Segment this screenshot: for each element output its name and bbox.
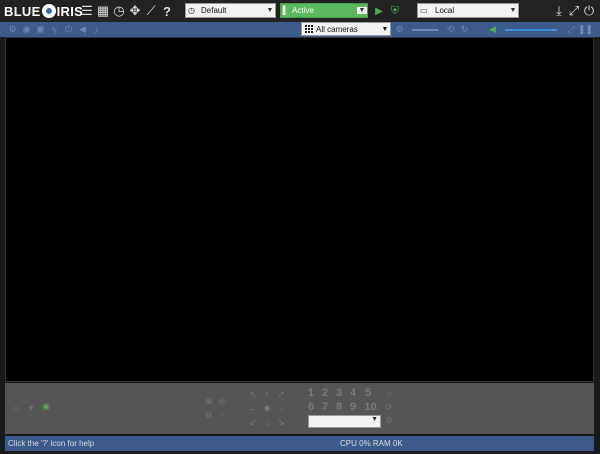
top-toolbar: BLUE IRIS ☰ ▦ ◷ ✥ ⟋ ? ◷ Default ▼ ▍ Acti… <box>0 0 600 22</box>
settings-icon[interactable]: ⚙ <box>7 24 18 35</box>
shield-icon[interactable]: ⛨ <box>387 3 403 19</box>
preset-6-button[interactable]: 6 <box>304 401 318 413</box>
preset-9-button[interactable]: 9 <box>346 401 360 413</box>
clock-icon: ◷ <box>188 6 195 15</box>
chevron-down-icon: ▼ <box>381 25 389 33</box>
home-icon[interactable]: ⌂ <box>383 387 395 399</box>
preset-1-button[interactable]: 1 <box>304 387 318 399</box>
preset-8-button[interactable]: 8 <box>332 401 346 413</box>
arrow-down-right-icon[interactable]: ↘ <box>275 416 287 428</box>
expand-icon[interactable]: ⤢ <box>566 24 577 35</box>
video-viewport[interactable] <box>5 37 594 382</box>
chevron-down-icon: ▼ <box>357 7 367 14</box>
server-value: Local <box>435 6 455 15</box>
preset-5-button[interactable]: 5 <box>361 387 375 399</box>
ir-icon[interactable]: ◉ <box>40 400 52 412</box>
profile-value: Default <box>201 6 227 15</box>
microphone-icon[interactable]: ♪ <box>91 24 102 35</box>
chevron-down-icon: ▼ <box>371 416 378 423</box>
flag-icon: ▍ <box>283 6 290 15</box>
camera-group-dropdown[interactable]: All cameras ▼ <box>301 22 391 36</box>
speaker-icon[interactable]: ◀ <box>77 24 88 35</box>
ptz-control-panel: ☼ ☀ ◉ ⊕ ◎ ⊖ ◦ ↖ ↑ ↗ ← ■ → ↙ ↓ ↘ 1 2 3 4 … <box>5 383 594 434</box>
sync-icon[interactable]: ⟲ <box>445 24 456 35</box>
timeline-icon[interactable]: ◷ <box>111 3 127 19</box>
zoom-out-icon[interactable]: ⊖ <box>203 409 215 421</box>
preset-3-button[interactable]: 3 <box>332 387 346 399</box>
chevron-down-icon: ▼ <box>266 7 274 14</box>
zoom-in-icon[interactable]: ⊕ <box>203 395 215 407</box>
arrow-up-icon[interactable]: ↑ <box>261 388 273 400</box>
record-icon[interactable]: ▣ <box>35 24 46 35</box>
play-icon[interactable]: ▶ <box>371 3 387 19</box>
blue-iris-logo: BLUE IRIS <box>4 2 83 20</box>
arrow-right-icon[interactable]: → <box>275 402 287 414</box>
ptz-icon[interactable]: ✥ <box>127 3 143 19</box>
list-icon[interactable]: ☰ <box>79 3 95 19</box>
pause-icon[interactable]: ❚❚ <box>578 24 593 35</box>
preset-4-button[interactable]: 4 <box>346 387 360 399</box>
download-icon[interactable]: ⤓ <box>551 3 567 19</box>
snapshot-icon[interactable]: ◉ <box>21 24 32 35</box>
power-icon[interactable]: ⏻ <box>581 3 597 19</box>
focus-icon[interactable]: ◦ <box>216 409 228 421</box>
preset-select[interactable]: ▼ <box>308 415 381 428</box>
resource-usage-text: CPU 0% RAM 0K <box>340 439 403 448</box>
eye-icon <box>41 4 56 18</box>
fullscreen-icon[interactable]: ⤢ <box>566 3 582 19</box>
preset-7-button[interactable]: 7 <box>318 401 332 413</box>
preset-10-button[interactable]: 10 <box>362 401 379 413</box>
location-pin-icon[interactable]: ⚲ <box>383 415 395 427</box>
refresh-icon[interactable]: ↻ <box>459 24 470 35</box>
clip-icon[interactable]: ▦ <box>95 3 111 19</box>
preset-2-button[interactable]: 2 <box>318 387 332 399</box>
stop-icon[interactable]: ■ <box>261 402 273 414</box>
volume-slider[interactable] <box>505 29 557 31</box>
help-icon[interactable]: ? <box>159 3 175 19</box>
trigger-icon[interactable]: ϟ <box>49 24 60 35</box>
help-hint-text: Click the '?' icon for help <box>8 439 95 448</box>
brightness-up-icon[interactable]: ☀ <box>25 402 37 414</box>
arrow-up-right-icon[interactable]: ↗ <box>275 388 287 400</box>
stats-icon[interactable]: ⟋ <box>143 3 159 19</box>
eye-view-icon[interactable]: ◎ <box>216 395 228 407</box>
camera-group-value: All cameras <box>316 24 358 34</box>
arrow-down-left-icon[interactable]: ↙ <box>247 416 259 428</box>
brightness-slider[interactable] <box>412 29 438 31</box>
arrow-up-left-icon[interactable]: ↖ <box>247 388 259 400</box>
power-cam-icon[interactable]: ⏻ <box>63 24 74 35</box>
volume-icon[interactable]: ◀ <box>487 24 498 35</box>
arrow-down-icon[interactable]: ↓ <box>261 416 273 428</box>
server-dropdown[interactable]: ▭ Local ▼ <box>417 3 519 18</box>
schedule-dropdown[interactable]: ▍ Active ▼ <box>280 3 368 18</box>
chevron-down-icon: ▼ <box>509 7 517 14</box>
cycle-icon[interactable]: ⟳ <box>383 401 395 413</box>
schedule-value: Active <box>292 6 314 15</box>
help-label: ? <box>163 3 171 19</box>
arrow-left-icon[interactable]: ← <box>247 402 259 414</box>
camera-settings-icon[interactable]: ⚙ <box>394 24 405 35</box>
status-bar: Click the '?' icon for help CPU 0% RAM 0… <box>5 436 594 451</box>
monitor-icon: ▭ <box>420 6 428 15</box>
grid-icon <box>304 25 313 34</box>
profile-dropdown[interactable]: ◷ Default ▼ <box>185 3 276 18</box>
logo-text-blue: BLUE <box>4 3 41 19</box>
brightness-down-icon[interactable]: ☼ <box>10 402 22 414</box>
